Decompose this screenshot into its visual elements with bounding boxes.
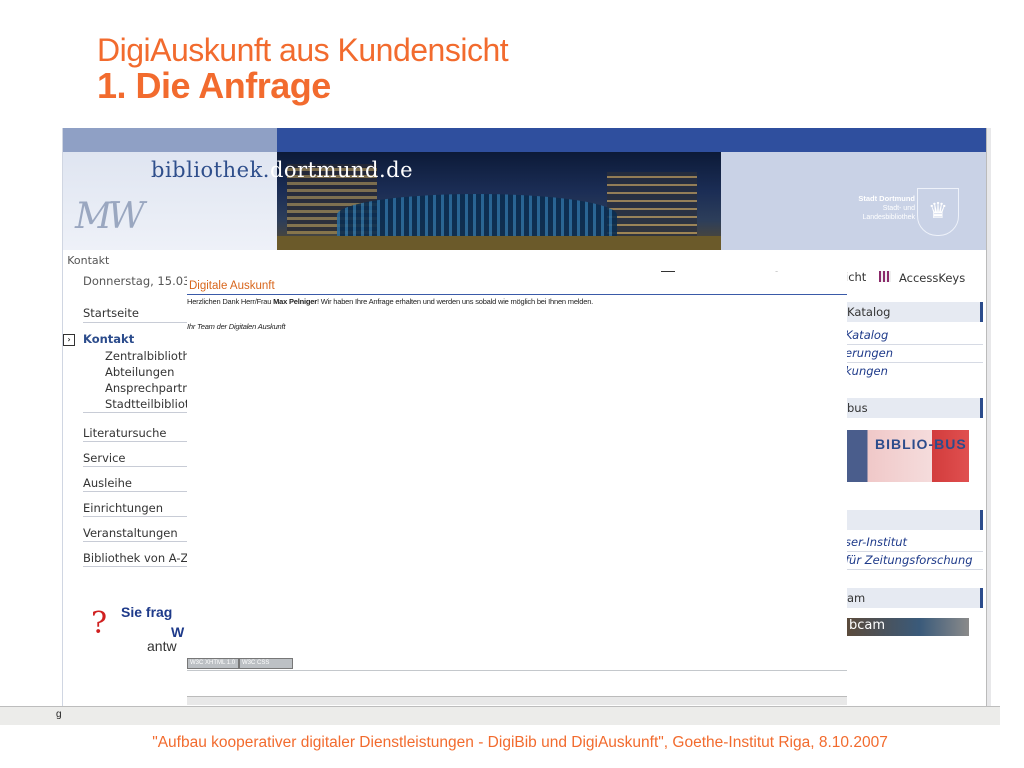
site-logo[interactable]: bibliothek.dortmund.de [151,158,413,182]
current-arrow-icon: › [63,334,75,346]
browser-status-bar: g [0,706,1000,725]
nav-kontakt[interactable]: Kontakt [83,332,134,346]
popup-title-rule [187,294,847,295]
nav-item-service[interactable]: Service [83,451,126,465]
site-banner: MW bibliothek.dortmund.de Stadt Dortmund… [63,152,987,250]
team-signature: Ihr Team der Digitalen Auskunft [187,322,286,331]
xhtml-badge[interactable]: W3C XHTML 1.0 [187,658,239,669]
date-label: Donnerstag, 15.03. [83,274,195,288]
nav-item-ausleihe[interactable]: Ausleihe [83,476,132,490]
slide-title-line2: 1. Die Anfrage [97,65,331,106]
biblio-bus-image[interactable]: BIBLIO-BUS [845,430,969,482]
site-logo-left: bibliothek. [151,158,270,182]
stadt-line3: Landesbibliothek [862,213,915,221]
right-link[interactable]: für Zeitungsforschung [845,553,973,567]
message-suffix: ! Wir haben Ihre Anfrage erhalten und we… [316,297,594,306]
box-webcam: am [841,588,983,608]
site-topbar [63,128,987,152]
nav-item-bibliothek-a-z[interactable]: Bibliothek von A-Z [83,551,188,565]
confirmation-message: Herzlichen Dank Herr/Frau Max Pelniger! … [187,297,593,306]
right-link[interactable]: Katalog [845,328,888,342]
site-logo-right: dortmund.de [269,158,413,182]
promo-line3: antw [147,638,177,654]
biblio-bus-text: BIBLIO-BUS [875,436,967,452]
stadt-line1: Stadt Dortmund [858,194,915,203]
promo-line1: Sie frag [121,604,173,620]
digitale-auskunft-popup: Digitale Auskunft Herzlichen Dank Herr/F… [187,272,847,706]
slide-footer-caption: "Aufbau kooperativer digitaler Dienstlei… [152,734,888,751]
slide-title-line1: DigiAuskunft aus Kundensicht [97,32,509,68]
mw-logo-mark: MW [75,196,145,237]
slide-title: DigiAuskunft aus Kundensicht 1. Die Anfr… [97,32,509,106]
right-link[interactable]: ser-Institut [845,535,907,549]
webcam-text: bcam [849,618,886,633]
stadt-line2: Stadt- und [882,204,915,212]
eagle-crest-icon: ♛ [917,188,959,236]
webcam-image[interactable]: bcam [845,618,969,636]
breadcrumb[interactable]: » Kontakt [63,254,109,267]
right-link[interactable]: erungen [845,346,893,360]
right-link[interactable]: kungen [845,364,888,378]
promo-sie-fragen[interactable]: ? Sie frag W antw [87,596,197,656]
nav-sub-item[interactable]: Ansprechpartn [105,381,189,395]
status-text: g [56,709,62,720]
box-bus: bus [841,398,983,418]
accesskeys-icon [879,271,891,282]
message-prefix: Herzlichen Dank Herr/Frau [187,297,274,306]
ansicht-link[interactable]: icht [845,270,866,284]
popup-footer-rule [187,670,847,671]
stadt-dortmund-label: Stadt Dortmund Stadt- und Landesbiblioth… [858,194,915,222]
box-katalog: Katalog [841,302,983,322]
horizontal-scrollbar[interactable] [187,696,847,705]
nav-item-literatursuche[interactable]: Literatursuche [83,426,166,440]
accesskeys-link[interactable]: AccessKeys [899,271,965,285]
nav-startseite[interactable]: Startseite [83,306,139,320]
nav-sub-item[interactable]: Abteilungen [105,365,174,379]
css-badge[interactable]: W3C CSS [239,658,293,669]
customer-name: Max Pelniger [273,297,317,306]
nav-item-veranstaltungen[interactable]: Veranstaltungen [83,526,178,540]
box-institute [841,510,983,530]
browser-screenshot: MW bibliothek.dortmund.de Stadt Dortmund… [62,128,987,708]
vertical-scrollbar[interactable] [986,128,991,708]
nav-item-einrichtungen[interactable]: Einrichtungen [83,501,163,515]
popup-title: Digitale Auskunft [189,280,275,292]
question-mark-icon: ? [91,606,108,641]
nav-sub-item[interactable]: Zentralbiblioth [105,349,190,363]
nav-sub-item[interactable]: Stadtteilbibliot [105,397,189,411]
